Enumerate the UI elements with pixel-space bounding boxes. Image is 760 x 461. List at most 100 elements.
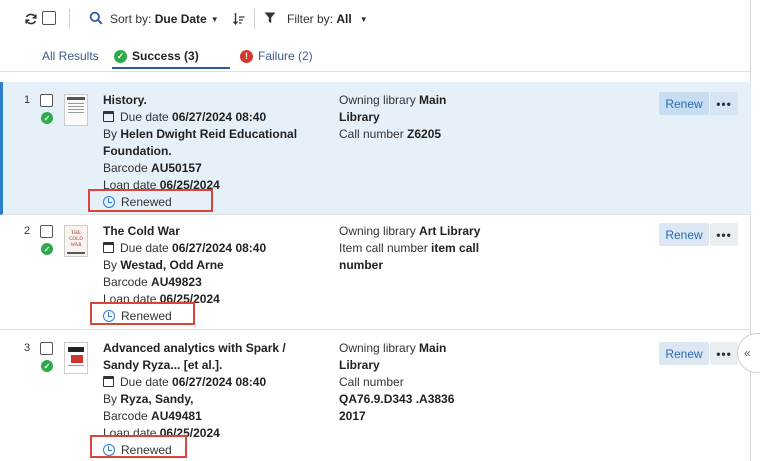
book-cover-thumbnail[interactable] [64, 342, 88, 374]
row-checkbox[interactable] [40, 225, 53, 238]
renew-button[interactable]: Renew [659, 92, 709, 115]
highlight-box [88, 189, 213, 212]
barcode-value: AU49823 [151, 275, 202, 289]
tab-success[interactable]: ✓ Success (3) [114, 49, 199, 63]
due-date-label: Due date [120, 241, 169, 255]
tab-label: Success (3) [132, 49, 199, 63]
chevron-down-icon: ▼ [210, 15, 219, 24]
tab-label: All Results [42, 49, 99, 63]
call-number-value: QA76.9.D343 .A3836 2017 [339, 392, 455, 423]
due-date-value: 06/27/2024 08:40 [172, 110, 267, 124]
loan-row[interactable]: 1 ✓ History. Due date 06/27/2024 08:40 B… [0, 82, 751, 215]
active-tab-indicator [112, 67, 230, 69]
row-number: 3 [24, 342, 31, 354]
barcode-line: Barcode AU50157 [103, 160, 318, 177]
owning-library-label: Owning library [339, 93, 416, 107]
renew-button[interactable]: Renew [659, 223, 709, 246]
toolbar-divider [69, 9, 70, 29]
check-circle-icon: ✓ [41, 243, 53, 255]
select-all-checkbox[interactable] [42, 11, 56, 25]
barcode-line: Barcode AU49481 [103, 408, 318, 425]
loan-row[interactable]: 3 ✓ Advanced analytics with Spark / Sand… [0, 330, 751, 461]
location-details: Owning library Art Library Item call num… [339, 223, 489, 274]
check-circle-icon: ✓ [114, 49, 127, 63]
highlight-box [90, 302, 195, 325]
author-line: By Westad, Odd Arne [103, 257, 318, 274]
barcode-label: Barcode [103, 409, 148, 423]
tab-label: Failure (2) [258, 49, 313, 63]
owning-library-line: Owning library Main Library [339, 92, 489, 126]
highlight-box [90, 435, 187, 458]
error-circle-icon: ! [240, 49, 253, 63]
author-value: Ryza, Sandy, [120, 392, 194, 406]
more-actions-button[interactable]: ••• [710, 223, 738, 246]
calendar-icon [103, 376, 114, 387]
barcode-label: Barcode [103, 161, 148, 175]
item-title[interactable]: History. [103, 92, 318, 109]
row-checkbox[interactable] [40, 342, 53, 355]
owning-library-line: Owning library Art Library [339, 223, 489, 240]
tab-all-results[interactable]: All Results [42, 49, 99, 63]
row-number: 1 [24, 94, 31, 106]
location-details: Owning library Main Library Call number … [339, 92, 489, 143]
barcode-value: AU50157 [151, 161, 202, 175]
due-date-line: Due date 06/27/2024 08:40 [103, 374, 318, 391]
sort-dropdown[interactable]: Sort by: Due Date ▼ [110, 12, 219, 26]
call-number-line: Call number QA76.9.D343 .A3836 2017 [339, 374, 464, 425]
loan-row[interactable]: 2 ✓ THE COLD WAR The Cold War Due date 0… [0, 215, 751, 330]
filter-dropdown[interactable]: Filter by: All ▼ [287, 12, 368, 26]
owning-library-label: Owning library [339, 341, 416, 355]
author-label: By [103, 127, 118, 141]
author-line: By Ryza, Sandy, [103, 391, 318, 408]
sort-value: Due Date [154, 12, 207, 26]
call-number-line: Call number Z6205 [339, 126, 489, 143]
author-label: By [103, 258, 118, 272]
due-date-value: 06/27/2024 08:40 [172, 375, 267, 389]
search-icon[interactable] [89, 11, 103, 25]
renew-button[interactable]: Renew [659, 342, 709, 365]
due-date-label: Due date [120, 375, 169, 389]
chevron-down-icon: ▼ [359, 15, 368, 24]
calendar-icon [103, 242, 114, 253]
filter-icon[interactable] [264, 12, 276, 24]
filter-prefix: Filter by: [287, 12, 334, 26]
barcode-line: Barcode AU49823 [103, 274, 318, 291]
book-cover-thumbnail[interactable] [64, 94, 88, 126]
book-cover-thumbnail[interactable]: THE COLD WAR [64, 225, 88, 257]
row-number: 2 [24, 225, 31, 237]
item-title[interactable]: The Cold War [103, 223, 318, 240]
barcode-label: Barcode [103, 275, 148, 289]
check-circle-icon: ✓ [41, 112, 53, 124]
tab-failure[interactable]: ! Failure (2) [240, 49, 313, 63]
call-number-label: Item call number [339, 241, 428, 255]
more-actions-button[interactable]: ••• [710, 342, 738, 365]
row-checkbox[interactable] [40, 94, 53, 107]
filter-value: All [336, 12, 352, 26]
due-date-value: 06/27/2024 08:40 [172, 241, 267, 255]
location-details: Owning library Main Library Call number … [339, 340, 464, 425]
due-date-label: Due date [120, 110, 169, 124]
owning-library-label: Owning library [339, 224, 416, 238]
book-cover-text: THE COLD WAR [69, 231, 83, 248]
author-label: By [103, 392, 118, 406]
more-actions-button[interactable]: ••• [710, 92, 738, 115]
toolbar: Sort by: Due Date ▼ Filter by: All ▼ [0, 0, 751, 38]
toolbar-divider [254, 9, 255, 29]
due-date-line: Due date 06/27/2024 08:40 [103, 240, 318, 257]
check-circle-icon: ✓ [41, 360, 53, 372]
call-number-label: Call number [339, 375, 404, 389]
call-number-label: Call number [339, 127, 404, 141]
loans-panel: Sort by: Due Date ▼ Filter by: All ▼ All R… [0, 0, 751, 461]
due-date-line: Due date 06/27/2024 08:40 [103, 109, 318, 126]
result-tabs: All Results ✓ Success (3) ! Failure (2) [0, 38, 751, 72]
owning-library-value: Art Library [419, 224, 481, 238]
item-title[interactable]: Advanced analytics with Spark / Sandy Ry… [103, 340, 318, 374]
calendar-icon [103, 111, 114, 122]
call-number-line: Item call number item call number [339, 240, 489, 274]
sort-prefix: Sort by: [110, 12, 152, 26]
refresh-icon[interactable] [24, 12, 38, 26]
author-value: Westad, Odd Arne [120, 258, 224, 272]
author-line: By Helen Dwight Reid Educational Foundat… [103, 126, 318, 160]
sort-direction-icon[interactable] [233, 12, 245, 25]
call-number-value: Z6205 [407, 127, 442, 141]
